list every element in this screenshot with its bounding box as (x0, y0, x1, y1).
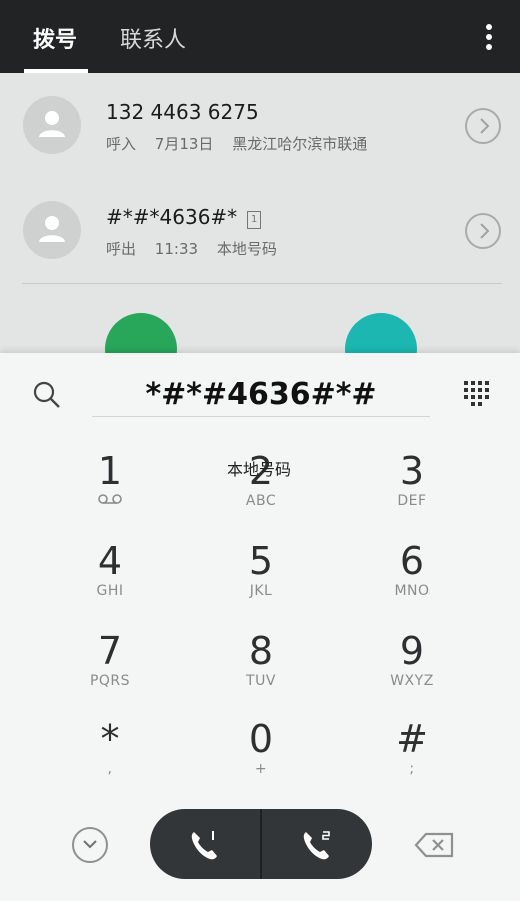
phone-sim2-icon (303, 831, 330, 860)
key-letters: WXYZ (390, 673, 434, 689)
call-sim2-button[interactable] (262, 809, 372, 879)
call-time: 7月13日 (154, 135, 214, 153)
call-meta: 呼出 11:33 本地号码 (106, 238, 291, 259)
key-9[interactable]: 9 WXYZ (342, 631, 482, 711)
sim-badge: 1 (247, 211, 262, 229)
caller-number-text: #*#*4636#* (106, 205, 238, 229)
key-0[interactable]: 0 + (191, 719, 331, 799)
key-letters: ; (409, 761, 415, 777)
phone-sim1-icon (191, 831, 217, 860)
call-buttons (150, 809, 372, 879)
key-hash[interactable]: # ; (342, 719, 482, 799)
key-8[interactable]: 8 TUV (191, 631, 331, 711)
call-log: 132 4463 6275 呼入 7月13日 黑龙江哈尔滨市联通 #*#*463… (0, 73, 520, 385)
key-letters: ABC (245, 493, 277, 509)
key-digit: 4 (97, 539, 123, 583)
call-direction: 呼入 (106, 135, 137, 153)
key-digit: * (100, 717, 120, 761)
chevron-right-icon (480, 223, 490, 239)
tab-contacts[interactable]: 联系人 (120, 22, 186, 54)
call-sim1-button[interactable] (150, 809, 260, 879)
key-3[interactable]: 3 DEF (342, 451, 482, 531)
key-digit: # (396, 717, 428, 761)
chevron-right-icon (480, 118, 490, 134)
call-detail-button[interactable] (465, 213, 501, 249)
caller-number: 132 4463 6275 (106, 100, 259, 124)
divider (22, 283, 502, 284)
call-direction: 呼出 (106, 240, 137, 258)
key-digit: 7 (97, 629, 123, 673)
key-letters: MNO (394, 583, 430, 599)
key-letters: GHI (96, 583, 124, 599)
key-digit: 8 (248, 629, 274, 673)
key-digit: 1 (97, 449, 123, 493)
call-time: 11:33 (154, 240, 199, 258)
overflow-menu-icon[interactable] (484, 24, 494, 52)
key-5[interactable]: 5 JKL (191, 541, 331, 621)
key-letters: PQRS (89, 673, 131, 689)
dialpad-grid-icon[interactable] (462, 379, 492, 409)
key-star[interactable]: * , (40, 719, 180, 799)
key-4[interactable]: 4 GHI (40, 541, 180, 621)
key-digit: 0 (248, 717, 274, 761)
dialed-number-input[interactable]: *#*#4636#*# (92, 373, 430, 417)
dialpad-panel: *#*#4636#*# 1 2 ABC 3 DEF 本地号码 4 GHI 5 J… (0, 353, 520, 901)
call-log-entry[interactable]: #*#*4636#* 1 呼出 11:33 本地号码 (0, 178, 520, 283)
key-digit: 3 (399, 449, 425, 493)
key-6[interactable]: 6 MNO (342, 541, 482, 621)
number-location-hint: 本地号码 (227, 460, 292, 479)
voicemail-icon (40, 493, 180, 509)
top-tab-bar: 拨号 联系人 (0, 0, 520, 73)
collapse-icon[interactable] (72, 827, 108, 863)
call-log-entry[interactable]: 132 4463 6275 呼入 7月13日 黑龙江哈尔滨市联通 (0, 73, 520, 178)
key-digit: 6 (399, 539, 425, 583)
backspace-icon[interactable] (414, 831, 456, 859)
key-digit: 9 (399, 629, 425, 673)
caller-number: #*#*4636#* 1 (106, 205, 262, 229)
key-letters: JKL (249, 583, 273, 599)
tab-dial[interactable]: 拨号 (33, 22, 77, 54)
key-letters: TUV (246, 673, 276, 689)
key-1[interactable]: 1 (40, 451, 180, 531)
call-location: 黑龙江哈尔滨市联通 (232, 135, 368, 153)
key-digit: 5 (248, 539, 274, 583)
key-letters: + (254, 761, 268, 777)
call-location: 本地号码 (216, 240, 277, 258)
key-letters: DEF (397, 493, 427, 509)
call-detail-button[interactable] (465, 108, 501, 144)
search-icon[interactable] (31, 379, 63, 411)
call-meta: 呼入 7月13日 黑龙江哈尔滨市联通 (106, 133, 381, 154)
avatar-placeholder-icon (23, 201, 81, 259)
avatar-placeholder-icon (23, 96, 81, 154)
key-letters: , (107, 761, 113, 777)
key-7[interactable]: 7 PQRS (40, 631, 180, 711)
